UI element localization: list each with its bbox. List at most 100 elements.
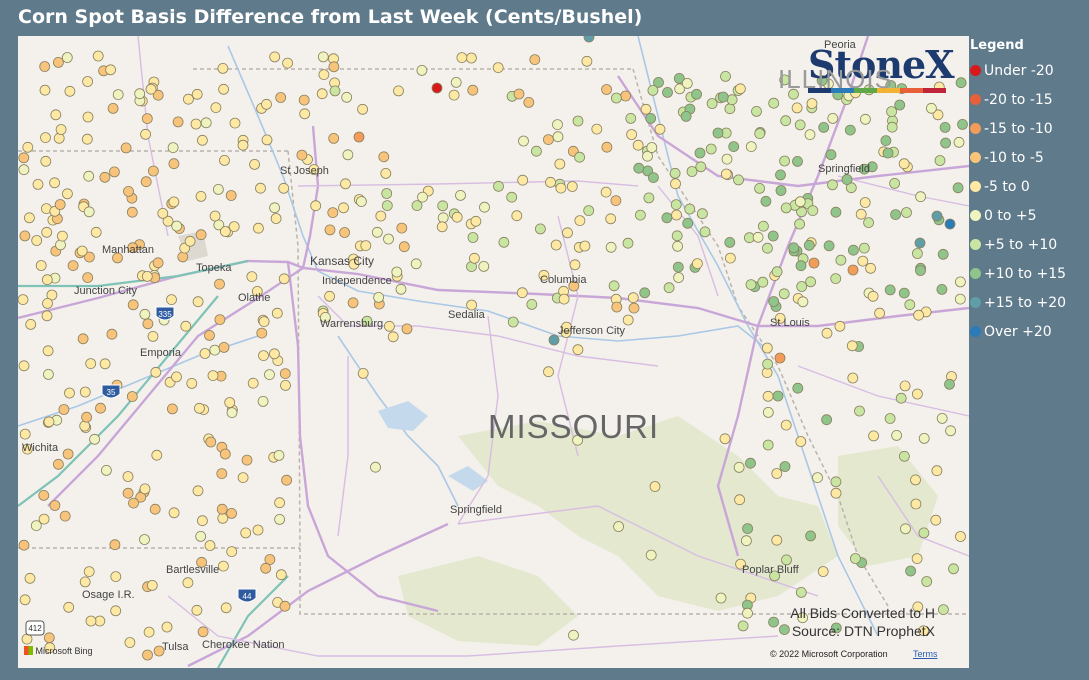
basis-marker[interactable] <box>207 370 219 382</box>
basis-marker[interactable] <box>99 171 111 183</box>
basis-marker[interactable] <box>18 360 30 372</box>
basis-marker[interactable] <box>944 218 956 230</box>
basis-marker[interactable] <box>92 50 104 62</box>
basis-marker[interactable] <box>513 88 525 100</box>
basis-marker[interactable] <box>672 240 683 252</box>
basis-marker[interactable] <box>217 560 229 572</box>
basis-marker[interactable] <box>945 425 956 437</box>
basis-marker[interactable] <box>886 121 898 133</box>
basis-marker[interactable] <box>371 226 383 238</box>
basis-marker[interactable] <box>195 530 207 542</box>
basis-marker[interactable] <box>697 208 708 220</box>
basis-marker[interactable] <box>827 113 839 124</box>
basis-marker[interactable] <box>360 240 372 252</box>
basis-marker[interactable] <box>957 119 968 130</box>
basis-marker[interactable] <box>938 604 949 615</box>
basis-marker[interactable] <box>841 174 853 185</box>
basis-marker[interactable] <box>141 113 153 124</box>
basis-marker[interactable] <box>625 113 637 124</box>
basis-marker[interactable] <box>142 318 154 330</box>
basis-marker[interactable] <box>754 128 766 139</box>
basis-marker[interactable] <box>795 587 807 598</box>
basis-marker[interactable] <box>745 279 757 291</box>
basis-marker[interactable] <box>32 178 44 190</box>
basis-marker[interactable] <box>123 185 134 197</box>
basis-marker[interactable] <box>863 217 874 229</box>
basis-marker[interactable] <box>416 65 428 76</box>
basis-marker[interactable] <box>955 531 966 542</box>
basis-marker[interactable] <box>726 94 738 106</box>
basis-marker[interactable] <box>172 116 184 128</box>
basis-marker[interactable] <box>182 93 194 105</box>
basis-marker[interactable] <box>507 316 519 328</box>
basis-marker[interactable] <box>393 85 404 97</box>
basis-marker[interactable] <box>821 327 833 339</box>
basis-marker[interactable] <box>22 141 34 153</box>
legend-item[interactable]: -15 to -10 <box>970 114 1066 143</box>
basis-marker[interactable] <box>219 155 230 166</box>
basis-marker[interactable] <box>204 329 215 341</box>
basis-marker[interactable] <box>271 307 283 319</box>
basis-marker[interactable] <box>109 539 121 551</box>
basis-marker[interactable] <box>249 158 261 170</box>
basis-marker[interactable] <box>762 242 773 254</box>
basis-marker[interactable] <box>106 328 118 340</box>
basis-marker[interactable] <box>478 260 490 272</box>
basis-marker[interactable] <box>274 513 286 525</box>
basis-marker[interactable] <box>648 172 659 184</box>
basis-marker[interactable] <box>258 316 270 328</box>
basis-marker[interactable] <box>640 103 652 115</box>
basis-marker[interactable] <box>944 378 955 390</box>
basis-marker[interactable] <box>681 78 693 89</box>
basis-marker[interactable] <box>762 439 774 451</box>
basis-marker[interactable] <box>794 119 806 131</box>
basis-marker[interactable] <box>269 202 281 214</box>
basis-marker[interactable] <box>395 283 407 295</box>
basis-marker[interactable] <box>192 296 204 308</box>
basis-marker[interactable] <box>417 191 428 203</box>
basis-marker[interactable] <box>498 236 510 248</box>
basis-marker[interactable] <box>149 503 161 515</box>
basis-marker[interactable] <box>246 271 258 283</box>
basis-marker[interactable] <box>219 226 231 237</box>
basis-marker[interactable] <box>468 252 480 264</box>
basis-marker[interactable] <box>899 380 911 392</box>
basis-marker[interactable] <box>139 308 151 320</box>
basis-marker[interactable] <box>671 230 683 242</box>
basis-marker[interactable] <box>705 143 717 155</box>
basis-marker[interactable] <box>216 503 228 515</box>
basis-marker[interactable] <box>874 307 885 319</box>
basis-marker[interactable] <box>83 170 95 182</box>
basis-marker[interactable] <box>608 280 620 292</box>
basis-marker[interactable] <box>122 471 134 482</box>
basis-marker[interactable] <box>264 369 275 381</box>
basis-marker[interactable] <box>583 36 595 43</box>
basis-marker[interactable] <box>778 288 790 300</box>
basis-marker[interactable] <box>737 620 749 632</box>
basis-marker[interactable] <box>775 185 787 196</box>
basis-marker[interactable] <box>939 122 951 133</box>
basis-marker[interactable] <box>373 291 385 303</box>
basis-marker[interactable] <box>706 98 718 109</box>
basis-marker[interactable] <box>280 379 291 391</box>
basis-marker[interactable] <box>214 314 226 326</box>
basis-marker[interactable] <box>884 413 896 424</box>
basis-marker[interactable] <box>54 199 66 210</box>
basis-marker[interactable] <box>42 345 54 357</box>
basis-marker[interactable] <box>205 436 217 448</box>
basis-marker[interactable] <box>890 209 901 221</box>
basis-marker[interactable] <box>275 92 287 103</box>
legend-item[interactable]: +15 to +20 <box>970 288 1066 317</box>
basis-marker[interactable] <box>572 115 584 127</box>
basis-marker[interactable] <box>166 403 178 415</box>
basis-marker[interactable] <box>912 248 923 259</box>
basis-marker[interactable] <box>196 134 208 146</box>
basis-marker[interactable] <box>715 592 727 604</box>
basis-marker[interactable] <box>954 293 966 305</box>
basis-marker[interactable] <box>252 222 264 234</box>
basis-marker[interactable] <box>550 239 562 251</box>
basis-marker[interactable] <box>147 330 159 342</box>
basis-marker[interactable] <box>915 191 926 203</box>
basis-marker[interactable] <box>771 266 783 278</box>
basis-marker[interactable] <box>82 272 94 284</box>
